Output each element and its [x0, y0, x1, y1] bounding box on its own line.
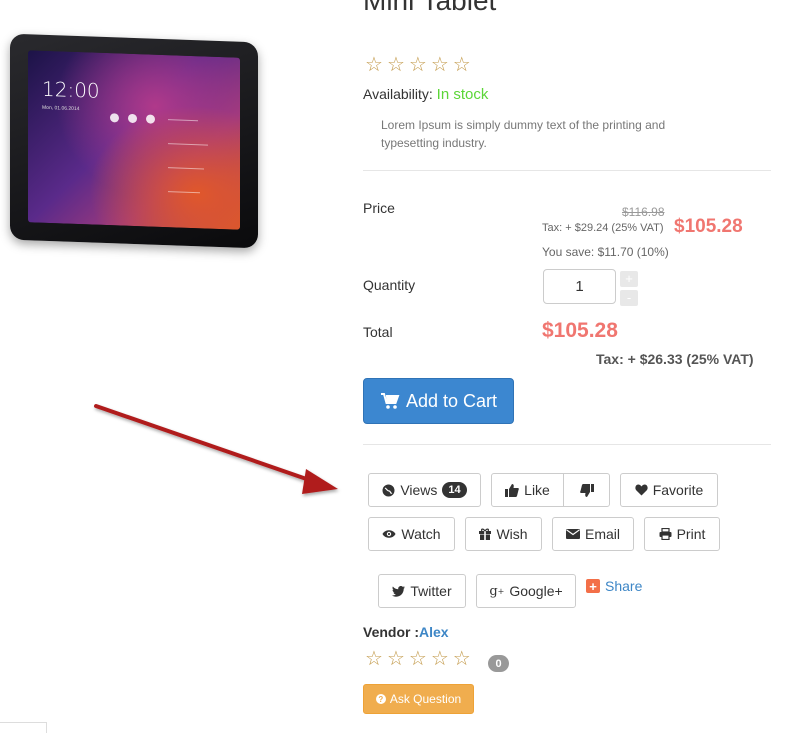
- product-title: Mini Tablet: [363, 0, 497, 16]
- gift-icon: [479, 528, 492, 540]
- star-icon[interactable]: ☆: [387, 649, 405, 669]
- tablet-widget-line: [168, 119, 198, 122]
- divider: [363, 444, 771, 445]
- current-price: $105.28: [674, 216, 743, 237]
- availability-value: In stock: [436, 86, 489, 103]
- add-to-cart-label: Add to Cart: [405, 390, 498, 411]
- watch-button[interactable]: Watch: [368, 517, 455, 551]
- ask-question-label: Ask Question: [389, 692, 462, 706]
- google-plus-button[interactable]: g + Google+: [476, 574, 576, 608]
- quantity-increment-button[interactable]: +: [620, 271, 638, 287]
- star-icon[interactable]: ☆: [409, 649, 427, 669]
- quantity-input[interactable]: [543, 269, 616, 304]
- tablet-app-icon: [110, 113, 119, 123]
- price-label: Price: [363, 200, 395, 216]
- availability: Availability: In stock: [363, 86, 488, 103]
- star-icon[interactable]: ☆: [431, 55, 449, 75]
- product-rating[interactable]: ☆ ☆ ☆ ☆ ☆: [365, 55, 471, 75]
- tablet-app-icon: [128, 113, 137, 124]
- google-plus-label: Google+: [509, 583, 563, 599]
- favorite-button[interactable]: Favorite: [620, 473, 718, 507]
- shopping-cart-icon: [380, 393, 400, 409]
- quantity-label: Quantity: [363, 277, 416, 293]
- tablet-screen: 12:00 Mon, 01.06.2014: [28, 50, 240, 230]
- tablet-clock-graphic: 12:00: [42, 76, 100, 103]
- page-corner-element: [0, 722, 47, 733]
- thumbs-up-icon: [505, 483, 519, 497]
- star-icon[interactable]: ☆: [453, 55, 471, 75]
- tablet-widget-line: [168, 143, 208, 146]
- heart-icon: [635, 484, 648, 496]
- favorite-label: Favorite: [652, 482, 704, 498]
- vendor: Vendor :Alex: [363, 624, 449, 640]
- print-button[interactable]: Print: [644, 517, 720, 551]
- vendor-rating[interactable]: ☆ ☆ ☆ ☆ ☆: [365, 649, 471, 669]
- wish-button[interactable]: Wish: [465, 517, 542, 551]
- star-icon[interactable]: ☆: [365, 55, 383, 75]
- you-save: You save: $11.70 (10%): [542, 245, 669, 259]
- twitter-label: Twitter: [410, 583, 452, 599]
- google-plus-icon: g +: [489, 583, 505, 599]
- wish-label: Wish: [496, 526, 528, 542]
- total-label: Total: [363, 324, 393, 340]
- star-icon[interactable]: ☆: [365, 649, 383, 669]
- views-button[interactable]: Views 14: [368, 473, 481, 507]
- tablet-date-graphic: Mon, 01.06.2014: [42, 104, 80, 113]
- views-count-badge: 14: [442, 482, 467, 498]
- share-label: Share: [605, 578, 643, 594]
- twitter-icon: [392, 585, 406, 597]
- watch-label: Watch: [401, 526, 441, 542]
- star-icon[interactable]: ☆: [387, 55, 405, 75]
- availability-label: Availability:: [363, 86, 433, 102]
- tablet-app-icon: [146, 114, 155, 124]
- vendor-label: Vendor :: [363, 624, 420, 640]
- dislike-button[interactable]: [563, 473, 610, 507]
- ask-question-button[interactable]: ? Ask Question: [363, 684, 474, 714]
- add-to-cart-button[interactable]: Add to Cart: [363, 378, 514, 424]
- tablet-widget-line: [168, 191, 200, 194]
- like-button[interactable]: Like: [491, 473, 564, 507]
- product-description: Lorem Ipsum is simply dummy text of the …: [381, 118, 666, 150]
- globe-icon: [382, 484, 395, 497]
- email-label: Email: [584, 526, 620, 542]
- old-price: $116.98: [622, 205, 665, 219]
- vendor-rating-count-badge: 0: [488, 655, 509, 672]
- share-link[interactable]: + Share: [586, 578, 642, 594]
- plus-icon: +: [586, 579, 600, 593]
- question-icon: ?: [375, 694, 386, 704]
- envelope-icon: [565, 529, 580, 539]
- star-icon[interactable]: ☆: [453, 649, 471, 669]
- like-label: Like: [524, 482, 550, 498]
- total-tax: Tax: + $26.33 (25% VAT): [596, 351, 754, 367]
- views-label: Views: [400, 482, 438, 498]
- divider: [363, 170, 771, 171]
- twitter-button[interactable]: Twitter: [378, 574, 466, 608]
- star-icon[interactable]: ☆: [431, 649, 449, 669]
- tablet-widget-line: [168, 167, 204, 170]
- eye-icon: [382, 529, 396, 539]
- vendor-link[interactable]: Alex: [419, 624, 449, 640]
- thumbs-down-icon: [579, 483, 594, 497]
- star-icon[interactable]: ☆: [409, 55, 427, 75]
- email-button[interactable]: Email: [552, 517, 634, 551]
- print-label: Print: [676, 526, 706, 542]
- product-image[interactable]: 12:00 Mon, 01.06.2014: [10, 33, 258, 249]
- price-tax: Tax: + $29.24 (25% VAT): [542, 222, 664, 234]
- quantity-decrement-button[interactable]: -: [620, 290, 638, 306]
- printer-icon: [659, 528, 672, 540]
- total-price: $105.28: [542, 319, 618, 342]
